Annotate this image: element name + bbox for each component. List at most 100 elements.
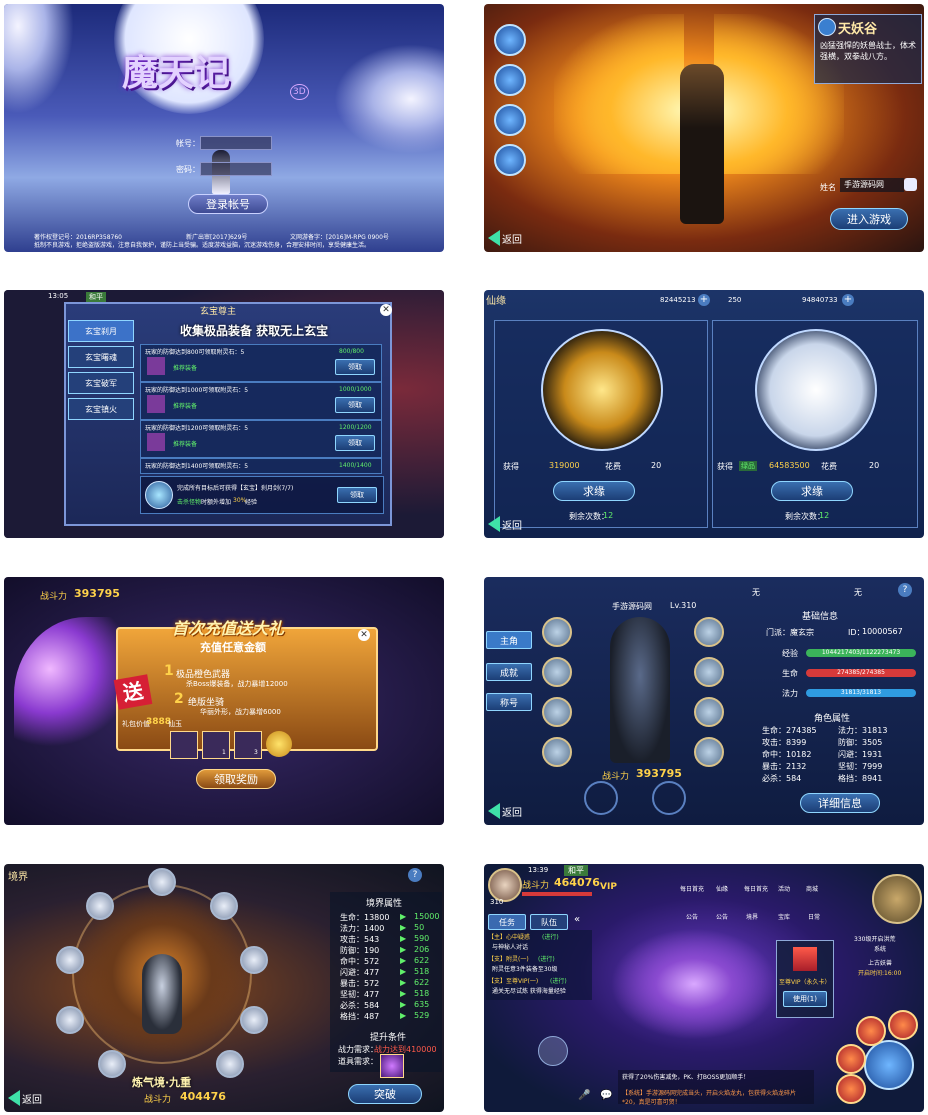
quest-name[interactable]: 【支】至尊VIP(一) [488, 976, 538, 985]
tab-xuanbao-2[interactable]: 玄宝曙魂 [68, 346, 134, 368]
realm-attr-current: 坚韧：477 [340, 990, 380, 999]
realm-node[interactable] [240, 1006, 268, 1034]
joystick[interactable] [538, 1036, 568, 1066]
quest-name[interactable]: 【支】附灵(一) [488, 954, 529, 963]
claim-button[interactable]: 领取 [335, 397, 375, 413]
equip-slot[interactable] [542, 657, 572, 687]
tab-title[interactable]: 称号 [486, 693, 532, 711]
claim-button[interactable]: 领取 [335, 359, 375, 375]
close-icon[interactable]: ✕ [380, 304, 392, 316]
realm-node[interactable] [240, 946, 268, 974]
arrow-up-icon: ▶ [400, 978, 407, 987]
chat-box[interactable]: 获得了20%伤害减免，PK、打BOSS更加顺手！ 【系统】手游源码网完成当头，开… [618, 1070, 814, 1106]
equip-slot[interactable] [542, 697, 572, 727]
tab-xuanbao-4[interactable]: 玄宝镇火 [68, 398, 134, 420]
attack-skill-button[interactable] [864, 1040, 914, 1090]
pet-slot[interactable] [652, 781, 686, 815]
required-item-slot[interactable] [380, 1054, 404, 1078]
back-button[interactable]: 返回 [488, 803, 522, 819]
race-icon-2[interactable] [494, 64, 526, 96]
back-button[interactable]: 返回 [8, 1090, 42, 1106]
tab-xuanbao-3[interactable]: 玄宝破军 [68, 372, 134, 394]
menu-first-recharge-2[interactable]: 每日首充 [744, 884, 768, 893]
skill-button[interactable] [836, 1074, 866, 1104]
item1-number: 1 [164, 663, 174, 679]
realm-node[interactable] [148, 868, 176, 896]
menu-realm[interactable]: 境界 [746, 912, 758, 921]
realm-node[interactable] [86, 892, 114, 920]
final-claim-button[interactable]: 领取 [337, 487, 377, 503]
login-button[interactable]: 登录帐号 [188, 194, 268, 214]
final-bonus-3: 经验 [245, 499, 258, 506]
task-tag: 推荐装备 [173, 441, 198, 448]
equip-slot[interactable] [694, 697, 724, 727]
realm-node[interactable] [56, 1006, 84, 1034]
menu-notice-2[interactable]: 公告 [716, 912, 728, 921]
tab-protagonist[interactable]: 主角 [486, 631, 532, 649]
equip-slot[interactable] [694, 737, 724, 767]
close-icon[interactable]: ✕ [358, 629, 370, 641]
skill-button[interactable] [836, 1044, 866, 1074]
menu-activity[interactable]: 活动 [778, 884, 790, 893]
mic-icon[interactable]: 🎤 [578, 1090, 590, 1101]
equip-slot[interactable] [694, 657, 724, 687]
add-gold-icon[interactable]: + [698, 294, 710, 306]
enter-game-button[interactable]: 进入游戏 [830, 208, 908, 230]
peace-mode[interactable]: 和平 [564, 865, 588, 876]
help-icon[interactable]: ? [408, 868, 422, 882]
help-icon[interactable]: ? [898, 583, 912, 597]
use-item-button[interactable]: 使用(1) [783, 991, 827, 1007]
chat-icon[interactable]: 💬 [600, 1090, 612, 1101]
detail-info-button[interactable]: 详细信息 [800, 793, 880, 813]
claim-button[interactable]: 领取 [335, 435, 375, 451]
task-tab[interactable]: 任务 [488, 914, 526, 930]
tab-achievement[interactable]: 成就 [486, 663, 532, 681]
draw-button[interactable]: 求缘 [553, 481, 635, 501]
skill-button[interactable] [888, 1010, 918, 1040]
quest-name[interactable]: 【主】心中疑惑 [488, 932, 530, 941]
collapse-icon[interactable]: « [574, 914, 580, 925]
menu-shop[interactable]: 商城 [806, 884, 818, 893]
player-avatar[interactable] [488, 868, 522, 902]
vip-badge[interactable]: VIP [600, 882, 617, 892]
realm-attr-title: 境界属性 [366, 899, 403, 909]
team-tab[interactable]: 队伍 [530, 914, 568, 930]
minimap[interactable] [872, 874, 922, 924]
menu-xianyuan[interactable]: 仙缘 [716, 884, 728, 893]
equip-slot[interactable] [542, 617, 572, 647]
realm-node[interactable] [216, 1050, 244, 1078]
account-input[interactable] [200, 136, 272, 150]
menu-treasury[interactable]: 宝库 [778, 912, 790, 921]
breakthrough-button[interactable]: 突破 [348, 1084, 422, 1104]
warrior-figure [680, 64, 724, 224]
dice-random-name-icon[interactable] [904, 178, 917, 191]
peace-mode[interactable]: 和平 [86, 292, 106, 302]
back-button[interactable]: 返回 [488, 230, 522, 246]
hp-label: 生命 [782, 669, 798, 678]
tab-xuanbao-1[interactable]: 玄宝刹月 [68, 320, 134, 342]
menu-first-recharge[interactable]: 每日首充 [680, 884, 704, 893]
menu-notice[interactable]: 公告 [686, 912, 698, 921]
add-silver-icon[interactable]: + [842, 294, 854, 306]
exp-label: 经验 [782, 649, 798, 658]
equip-slot[interactable] [542, 737, 572, 767]
attr-cell: 必杀：584 [762, 774, 802, 783]
equip-slot[interactable] [694, 617, 724, 647]
race-icon-3[interactable] [494, 104, 526, 136]
task-desc: 玩家的防御达到1200可领取附灵石：5 [145, 425, 249, 432]
race-icon-4[interactable] [494, 144, 526, 176]
realm-node[interactable] [210, 892, 238, 920]
realm-node[interactable] [56, 946, 84, 974]
password-input[interactable] [200, 162, 272, 176]
claim-reward-button[interactable]: 领取奖励 [196, 769, 276, 789]
back-button[interactable]: 返回 [488, 516, 522, 532]
task-progress: 1400/1400 [339, 462, 372, 469]
menu-daily[interactable]: 日常 [808, 912, 820, 921]
skill-button[interactable] [856, 1016, 886, 1046]
draw-button[interactable]: 求缘 [771, 481, 853, 501]
race-icon-1[interactable] [494, 24, 526, 56]
mount-slot[interactable] [584, 781, 618, 815]
name-input[interactable]: 手游源码网 [840, 178, 904, 192]
realm-node[interactable] [98, 1050, 126, 1078]
screenshot-fate-draw: 仙缘 82445213 + 250 94840733 + 获得 319000 花… [484, 290, 924, 538]
